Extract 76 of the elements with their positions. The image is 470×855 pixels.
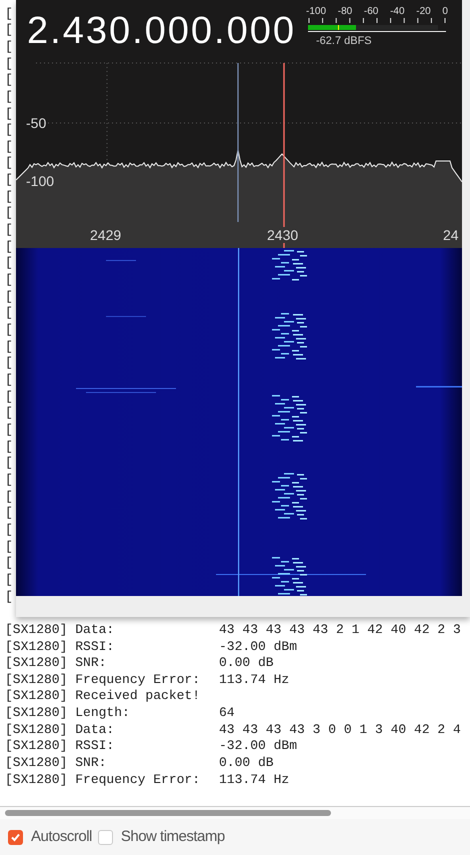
log-label: [ [5,420,13,439]
log-label: [ [5,304,13,322]
frequency-display: 2.430.000.000 [27,9,296,54]
log-value: -32.00 dBm [219,737,298,756]
log-label: [ [5,354,13,372]
log-label: [ [5,154,13,172]
log-label: [SX1280] Data: [5,620,116,639]
log-label: [SX1280] Received packet! [5,687,202,706]
meter-scale-label: -100 [306,6,326,18]
log-label: [SX1280] Length: [5,704,131,722]
log-label: [ [5,588,13,606]
log-label: [ [5,88,13,106]
log-label: [ [5,104,13,123]
y-axis-label: -100 [26,173,54,189]
log-label: [ [5,54,13,73]
log-label: [ [5,538,13,556]
log-label: [ [5,121,13,140]
log-label: [SX1280] SNR: [5,754,108,772]
log-label: [SX1280] RSSI: [5,638,116,656]
log-label: [ [5,504,13,522]
checkbox-label: Autoscroll [31,826,92,847]
meter-scale-label: 0 [442,6,448,18]
checkbox[interactable] [8,830,23,844]
log-label: [ [5,388,13,406]
log-label: [ [5,288,13,306]
log-label: [ [5,21,13,40]
log-label: [ [5,171,13,190]
log-label: [ [5,338,13,356]
log-label: [ [5,71,13,90]
meter-scale-label: -20 [416,6,431,18]
log-label: [ [5,371,13,390]
log-label: [SX1280] Frequency Error: [5,770,202,789]
log-label: [ [5,254,13,272]
log-value: 0.00 dB [219,754,274,772]
log-value: 64 [219,704,235,722]
log-label: [ [5,4,13,23]
log-label: [ [5,470,13,489]
x-axis-label: 2429 [90,227,122,243]
log-value: 43 43 43 43 3 0 0 1 3 40 42 2 4 [219,720,461,739]
log-label: [ [5,554,13,572]
log-label: [ [5,454,13,472]
meter-scale-label: -40 [390,6,405,18]
peak-marker [338,25,339,30]
log-label: [ [5,188,13,206]
log-value: 113.74 Hz [219,770,290,789]
log-label: [ [5,38,13,56]
meter-reading: -62.7 dBFS [316,35,373,47]
log-label: [ [5,488,13,506]
log-label: [ [5,221,13,240]
log-value: 113.74 Hz [219,670,290,689]
meter-scale-label: -80 [338,6,352,18]
checkbox-label: Show timestamp [120,826,225,847]
log-label: [ [5,321,13,340]
log-value: 0.00 dB [219,654,274,672]
horizontal-scrollbar[interactable] [0,807,470,819]
scrollbar-thumb[interactable] [5,810,331,816]
y-axis-label: -50 [26,115,46,131]
log-label: [SX1280] SNR: [5,654,108,672]
log-label: [SX1280] RSSI: [5,737,116,756]
log-label: [ [5,570,13,589]
log-label: [SX1280] Frequency Error: [5,670,202,689]
log-label: [ [5,204,13,222]
log-label: [ [5,438,13,456]
meter-scale-label: -60 [364,6,378,18]
check-icon [10,832,21,842]
log-value: 43 43 43 43 43 2 1 42 40 42 2 3 [219,620,461,639]
x-axis-label: 2430 [267,227,298,243]
log-label: [SX1280] Data: [5,720,116,739]
log-value: -32.00 dBm [219,638,298,656]
x-axis-label: 24 [443,227,459,243]
log-label: [ [5,238,13,256]
log-label: [ [5,404,13,422]
log-label: [ [5,138,13,156]
log-label: [ [5,271,13,290]
log-label: [ [5,520,13,539]
checkbox[interactable] [98,830,113,844]
